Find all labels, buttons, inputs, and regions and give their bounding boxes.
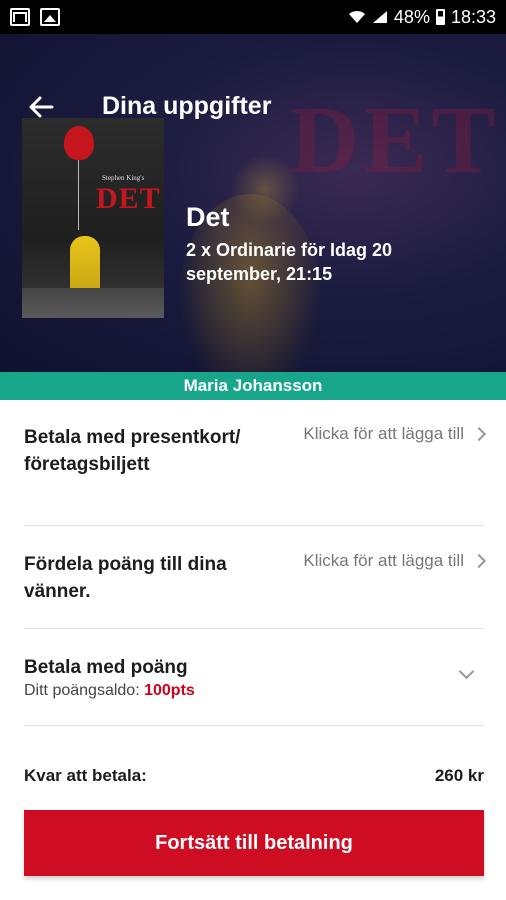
poster-balloon-string (78, 160, 79, 230)
movie-title: Det (186, 202, 230, 232)
poster-tagline: Stephen King's (102, 174, 145, 182)
gift-card-row[interactable]: Betala med presentkort/ företagsbiljett … (24, 400, 487, 526)
hero-background-title: DET (290, 86, 500, 193)
chevron-right-icon (471, 426, 487, 442)
remaining-total: Kvar att betala: 260 kr (24, 766, 484, 790)
share-points-add-button[interactable]: Klicka för att lägga till (303, 551, 487, 571)
poster-title: DET (96, 182, 161, 215)
chevron-right-icon (471, 553, 487, 569)
poster-figure (70, 236, 100, 296)
image-icon (40, 8, 60, 26)
share-points-label: Fördela poäng till dina vänner. (24, 554, 227, 602)
share-points-row[interactable]: Fördela poäng till dina vänner. Klicka f… (24, 527, 487, 629)
mail-icon (10, 8, 30, 26)
battery-percent: 48% (393, 6, 430, 27)
points-balance-label: Ditt poängsaldo: (24, 682, 140, 699)
remaining-label: Kvar att betala: (24, 766, 147, 785)
remaining-amount: 260 kr (434, 766, 484, 785)
movie-hero: DET Dina uppgifter Stephen King's DET De… (0, 34, 506, 372)
back-arrow-icon (29, 96, 54, 118)
battery-icon (435, 9, 445, 25)
movie-showtime: 2 x Ordinarie för Idag 20 september, 21:… (186, 240, 393, 284)
continue-to-payment-button[interactable]: Fortsätt till betalning (24, 810, 484, 876)
pay-with-points-row[interactable]: Betala med poäng Ditt poängsaldo: 100pts (24, 630, 484, 726)
expand-points-toggle[interactable] (458, 663, 475, 680)
page-title: Dina uppgifter (102, 92, 272, 120)
points-balance-value: 100pts (144, 682, 195, 699)
movie-poster: Stephen King's DET (22, 118, 164, 318)
points-balance: Ditt poängsaldo: 100pts (24, 682, 195, 700)
continue-to-payment-label: Fortsätt till betalning (155, 831, 353, 854)
user-name-banner: Maria Johansson (0, 372, 506, 400)
hero-background-glow (230, 154, 300, 224)
status-bar: 48% 18:33 (0, 0, 506, 34)
pay-with-points-label: Betala med poäng (24, 657, 188, 678)
gift-card-label: Betala med presentkort/ företagsbiljett (24, 427, 241, 475)
gift-card-add-button[interactable]: Klicka för att lägga till (303, 424, 487, 444)
share-points-action-label: Klicka för att lägga till (303, 551, 464, 570)
poster-balloon (64, 126, 94, 160)
wifi-icon (348, 10, 365, 23)
poster-ground (22, 288, 164, 318)
chevron-down-icon (458, 663, 475, 680)
clock: 18:33 (450, 6, 496, 27)
signal-icon (372, 11, 387, 23)
gift-card-action-label: Klicka för att lägga till (303, 424, 464, 443)
